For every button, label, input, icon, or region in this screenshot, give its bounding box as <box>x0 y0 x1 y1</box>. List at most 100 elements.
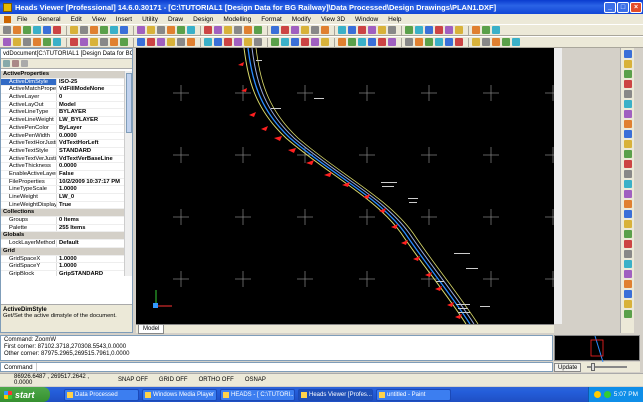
draw-tool-icon[interactable] <box>624 90 632 98</box>
draw-tool-icon[interactable] <box>624 260 632 268</box>
property-row[interactable]: LineWeight LW_0 <box>1 194 125 202</box>
draw-tool-icon[interactable] <box>624 170 632 178</box>
property-row[interactable]: Groups 0 Items <box>1 217 125 225</box>
standard-tool-icon[interactable] <box>70 26 78 34</box>
view-tool-icon[interactable] <box>445 38 453 46</box>
standard-tool-icon[interactable] <box>204 26 212 34</box>
property-row[interactable]: LineWeightDisplay True <box>1 201 125 210</box>
view-tool-icon[interactable] <box>100 38 108 46</box>
property-row[interactable]: ActiveLayer 0 <box>1 94 125 102</box>
property-value[interactable]: ByLayer <box>57 125 125 132</box>
property-row[interactable]: ActiveTextVerJustify VdTextVerBaseLine <box>1 155 125 164</box>
view-tool-icon[interactable] <box>338 38 346 46</box>
draw-tool-icon[interactable] <box>624 220 632 228</box>
property-value[interactable]: BYLAYER <box>57 109 125 116</box>
close-button[interactable]: × <box>630 1 642 13</box>
view-tool-icon[interactable] <box>405 38 413 46</box>
menu-view[interactable]: View <box>92 16 106 23</box>
view-tool-icon[interactable] <box>388 38 396 46</box>
draw-tool-icon[interactable] <box>624 280 632 288</box>
standard-tool-icon[interactable] <box>23 26 31 34</box>
property-value[interactable]: 1.0000 <box>57 263 125 270</box>
property-row[interactable]: GridSpaceY 1.0000 <box>1 263 125 271</box>
property-grid[interactable]: ActiveProperties ActiveDimStyle ISO-25 Acti… <box>1 71 125 276</box>
standard-tool-icon[interactable] <box>167 26 175 34</box>
document-select[interactable]: vdDocument[C:\TUTORIAL1 [Design Data for… <box>1 49 132 59</box>
property-row[interactable]: GridSpaceX 1.0000 <box>1 255 125 264</box>
view-tool-icon[interactable] <box>224 38 232 46</box>
draw-tool-icon[interactable] <box>624 310 632 318</box>
standard-tool-icon[interactable] <box>281 26 289 34</box>
view-tool-icon[interactable] <box>23 38 31 46</box>
property-category[interactable]: ActiveProperties <box>1 71 125 79</box>
view-tool-icon[interactable] <box>43 38 51 46</box>
property-value[interactable]: False <box>57 171 125 178</box>
standard-tool-icon[interactable] <box>110 26 118 34</box>
property-row[interactable]: ActiveLineWeight LW_BYLAYER <box>1 117 125 125</box>
draw-tool-icon[interactable] <box>624 80 632 88</box>
standard-tool-icon[interactable] <box>321 26 329 34</box>
draw-tool-icon[interactable] <box>624 100 632 108</box>
view-tool-icon[interactable] <box>358 38 366 46</box>
draw-tool-icon[interactable] <box>624 180 632 188</box>
maximize-button[interactable]: □ <box>617 1 629 13</box>
draw-tool-icon[interactable] <box>624 60 632 68</box>
property-pages-icon[interactable] <box>21 60 28 67</box>
view-tool-icon[interactable] <box>281 38 289 46</box>
draw-tool-icon[interactable] <box>624 140 632 148</box>
view-tool-icon[interactable] <box>120 38 128 46</box>
menu-modify[interactable]: Modify <box>292 16 311 23</box>
osnap-toggle[interactable]: OSNAP <box>245 377 266 383</box>
standard-tool-icon[interactable] <box>244 26 252 34</box>
draw-tool-icon[interactable] <box>624 120 632 128</box>
view-tool-icon[interactable] <box>167 38 175 46</box>
view-tool-icon[interactable] <box>301 38 309 46</box>
task-heads-viewer[interactable]: Heads Viewer [Profes... <box>298 388 373 401</box>
draw-tool-icon[interactable] <box>624 290 632 298</box>
view-tool-icon[interactable] <box>482 38 490 46</box>
property-value[interactable]: 0.0000 <box>57 163 125 170</box>
start-button[interactable]: start <box>0 387 50 402</box>
standard-tool-icon[interactable] <box>13 26 21 34</box>
standard-tool-icon[interactable] <box>90 26 98 34</box>
view-tool-icon[interactable] <box>492 38 500 46</box>
standard-tool-icon[interactable] <box>435 26 443 34</box>
view-tool-icon[interactable] <box>348 38 356 46</box>
view-tool-icon[interactable] <box>368 38 376 46</box>
standard-tool-icon[interactable] <box>43 26 51 34</box>
view-tool-icon[interactable] <box>425 38 433 46</box>
property-category[interactable]: Collections <box>1 209 125 218</box>
property-scrollbar[interactable] <box>124 71 132 276</box>
property-category[interactable]: Grid <box>1 247 125 256</box>
tray-icon[interactable] <box>603 391 611 398</box>
draw-tool-icon[interactable] <box>624 110 632 118</box>
task-paint[interactable]: untitled - Paint <box>376 388 451 401</box>
view-tool-icon[interactable] <box>271 38 279 46</box>
tray-icon[interactable] <box>593 391 601 398</box>
standard-tool-icon[interactable] <box>492 26 500 34</box>
scroll-thumb[interactable] <box>126 73 132 133</box>
standard-tool-icon[interactable] <box>53 26 61 34</box>
menu-general[interactable]: General <box>37 16 60 23</box>
property-row[interactable]: ActiveDimStyle ISO-25 <box>1 78 125 87</box>
menu-insert[interactable]: Insert <box>116 16 132 23</box>
menu-format[interactable]: Format <box>261 16 282 23</box>
snap-toggle[interactable]: SNAP OFF <box>118 377 148 383</box>
standard-tool-icon[interactable] <box>224 26 232 34</box>
draw-tool-icon[interactable] <box>624 250 632 258</box>
property-row[interactable]: ActiveMatchPropertiesVdFillModeNone <box>1 86 125 95</box>
task-heads[interactable]: HEADS - [ C:\TUTORI... <box>220 388 295 401</box>
standard-tool-icon[interactable] <box>368 26 376 34</box>
menu-utility[interactable]: Utility <box>142 16 158 23</box>
standard-tool-icon[interactable] <box>415 26 423 34</box>
menu-edit[interactable]: Edit <box>71 16 82 23</box>
view-tool-icon[interactable] <box>13 38 21 46</box>
view-tool-icon[interactable] <box>177 38 185 46</box>
standard-tool-icon[interactable] <box>157 26 165 34</box>
view-tool-icon[interactable] <box>512 38 520 46</box>
grid-toggle[interactable]: GRID OFF <box>159 377 188 383</box>
property-row[interactable]: ActivePenColor ByLayer <box>1 124 125 133</box>
property-value[interactable]: GripSTANDARD <box>57 271 125 276</box>
standard-tool-icon[interactable] <box>33 26 41 34</box>
draw-tool-icon[interactable] <box>624 150 632 158</box>
